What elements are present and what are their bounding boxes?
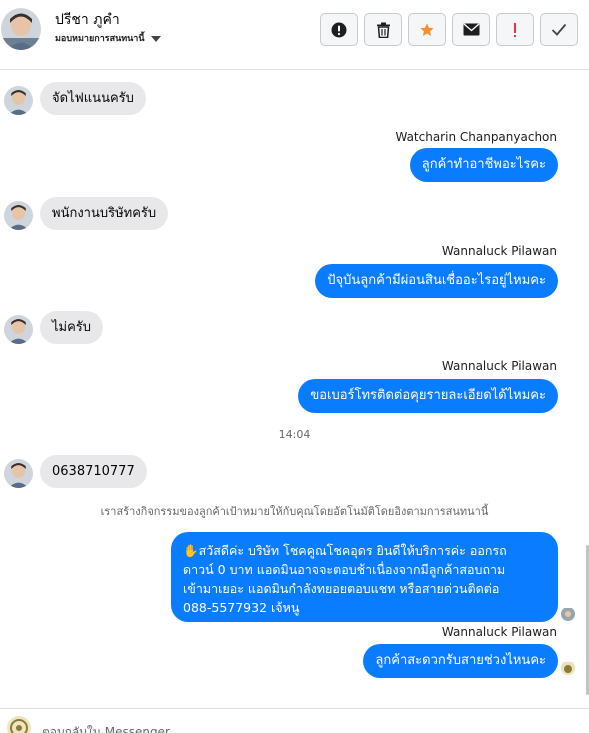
trash-icon (376, 22, 390, 38)
contact-name[interactable]: ปรีชา ภูคำ (55, 9, 120, 31)
message-line: ✋สวัสดีค่ะ บริษัท โชคคูณโชคอุดร ยินดีให้… (183, 543, 507, 558)
caret-down-icon (150, 35, 161, 42)
sender-name: Wannaluck Pilawan (441, 625, 557, 639)
sender-name: Wannaluck Pilawan (441, 244, 557, 258)
assign-conversation-label: มอบหมายการสนทนานี้ (55, 34, 145, 44)
exclamation-icon (514, 22, 516, 37)
outgoing-message: ขอเบอร์โทรติดต่อคุยรายละเอียดได้ไหมคะ (298, 379, 558, 413)
check-icon (551, 23, 567, 36)
delete-button[interactable] (364, 13, 402, 46)
message-line: 088-5577932 เจ้หนู (183, 600, 300, 615)
avatar (4, 315, 33, 344)
sender-name: Wannaluck Pilawan (441, 359, 557, 373)
avatar (4, 86, 33, 115)
mark-unread-button[interactable] (452, 13, 490, 46)
conversation-header: ปรีชา ภูคำ มอบหมายการสนทนานี้ (0, 0, 589, 70)
mark-done-button[interactable] (540, 13, 578, 46)
avatar (4, 459, 33, 488)
star-button[interactable] (408, 13, 446, 46)
incoming-message[interactable]: 0638710777 (40, 455, 147, 488)
reply-composer[interactable]: ตอบกลับใน Messenger (0, 708, 589, 733)
incoming-message: พนักงานบริษัทครับ (40, 197, 169, 230)
star-icon (420, 22, 434, 36)
incoming-message: จัดไฟแนนครับ (40, 82, 146, 115)
outgoing-message: ✋สวัสดีค่ะ บริษัท โชคคูณโชคอุดร ยินดีให้… (171, 532, 558, 622)
incoming-message: ไม่ครับ (40, 311, 104, 344)
message-line: เข้ามาเยอะ แอดมินกำลังทยอยตอบแชท หรือสาย… (183, 581, 500, 596)
reply-input[interactable]: ตอบกลับใน Messenger (42, 723, 170, 733)
outgoing-message: ลูกค้าสะดวกรับสายช่วงไหนคะ (363, 644, 558, 678)
conversation-toolbar (320, 13, 578, 46)
follow-up-button[interactable] (496, 13, 534, 46)
seen-avatar (561, 607, 575, 621)
seen-avatar (561, 661, 575, 675)
message-line: ดาวน์ 0 บาท แอดมินอาจจะตอบช้าเนื่องจากมี… (183, 562, 506, 577)
avatar[interactable] (1, 8, 41, 50)
system-note: เราสร้างกิจกรรมของลูกค้าเป้าหมายให้กับคุ… (100, 505, 489, 518)
outgoing-message: ปัจุบันลูกค้ามีผ่อนสินเชื่ออะไรอยู่ไหมคะ (315, 264, 558, 298)
sender-name: Watcharin Chanpanyachon (395, 130, 557, 144)
envelope-icon (463, 23, 479, 36)
assign-conversation-dropdown[interactable]: มอบหมายการสนทนานี้ (55, 31, 161, 45)
message-timestamp: 14:04 (278, 428, 311, 441)
avatar (4, 201, 33, 230)
outgoing-message: ลูกค้าทำอาชีพอะไรคะ (409, 148, 558, 182)
messenger-inbox-conversation: ปรีชา ภูคำ มอบหมายการสนทนานี้ จัดไฟแนนคร… (0, 0, 589, 733)
exclamation-circle-icon (331, 22, 347, 37)
spam-button[interactable] (320, 13, 358, 46)
page-avatar (7, 716, 31, 733)
